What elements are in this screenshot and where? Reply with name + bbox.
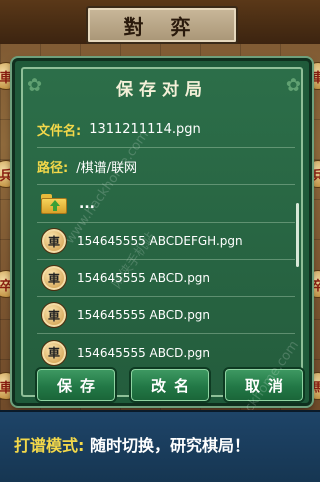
dialog-title: 保存对局 bbox=[116, 80, 208, 100]
file-name: 154645555 ABCD.pgn bbox=[77, 271, 211, 285]
dialog-panel: ✿ ✿ 保存对局 文件名: 1311211114.pgn 路径: /棋谱/联网 … bbox=[21, 67, 305, 403]
page-title: 對 弈 bbox=[86, 6, 238, 44]
file-name: 154645555 ABCD.pgn bbox=[77, 308, 211, 322]
chariot-piece-icon: 車 bbox=[41, 339, 67, 366]
scrollbar[interactable] bbox=[296, 203, 299, 267]
banner-value: 随时切换，研究棋局！ bbox=[84, 436, 250, 455]
banner-label: 打谱模式: bbox=[14, 436, 85, 455]
filename-label: 文件名: bbox=[37, 123, 82, 139]
filename-row[interactable]: 文件名: 1311211114.pgn bbox=[37, 111, 295, 148]
save-button[interactable]: 保存 bbox=[35, 367, 117, 403]
path-row: 路径: /棋谱/联网 bbox=[37, 148, 295, 185]
folder-up-icon bbox=[41, 193, 67, 214]
chariot-piece-icon: 車 bbox=[41, 302, 67, 328]
list-item[interactable]: 車 154645555 ABCD.pgn bbox=[37, 260, 295, 297]
path-label: 路径: bbox=[37, 160, 69, 176]
file-name: 154645555 ABCD.pgn bbox=[77, 345, 211, 360]
rename-button[interactable]: 改名 bbox=[129, 367, 211, 403]
file-name: 154645555 ABCDEFGH.pgn bbox=[77, 234, 243, 248]
promo-banner: 打谱模式: 随时切换，研究棋局！ bbox=[0, 410, 320, 482]
list-item[interactable]: 車 154645555 ABCD.pgn bbox=[37, 334, 295, 371]
chariot-piece-icon: 車 bbox=[41, 265, 67, 291]
chariot-piece-icon: 車 bbox=[41, 228, 67, 254]
save-game-dialog: ✿ ✿ 保存对局 文件名: 1311211114.pgn 路径: /棋谱/联网 … bbox=[12, 58, 312, 406]
list-item[interactable]: 車 154645555 ABCD.pgn bbox=[37, 297, 295, 334]
banner-text: 打谱模式: 随时切换，研究棋局！ bbox=[14, 432, 250, 456]
